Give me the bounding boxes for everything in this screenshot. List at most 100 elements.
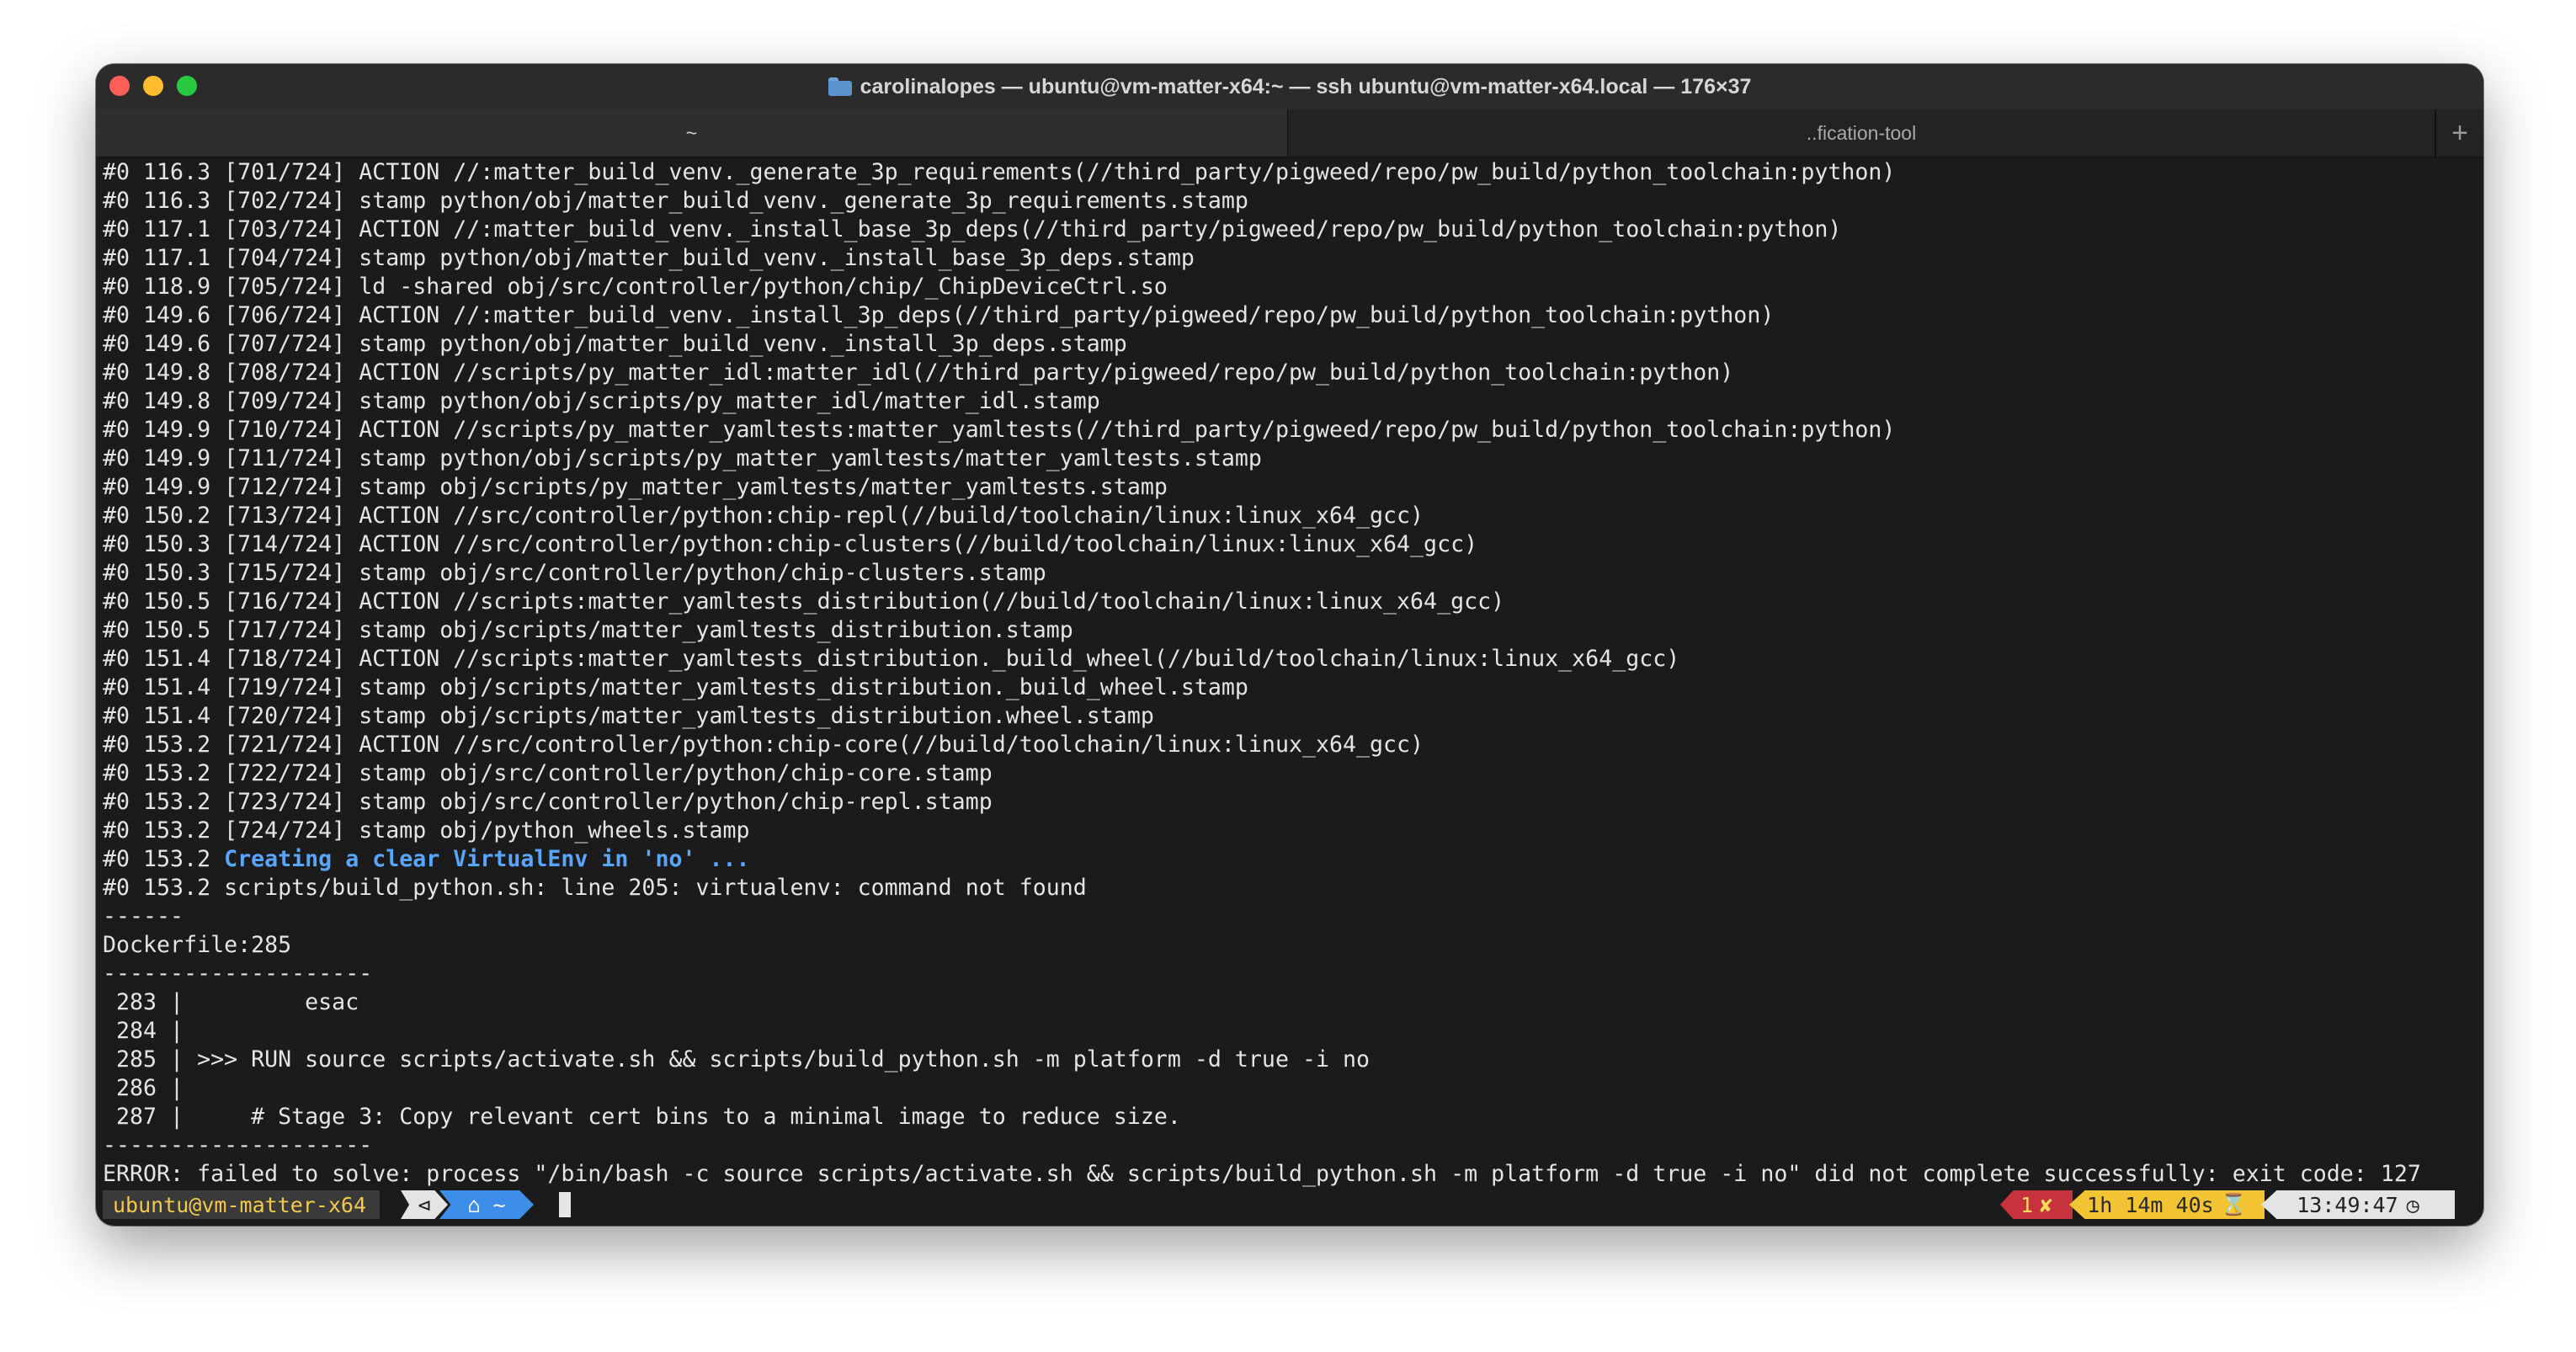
terminal-line-text: #0 151.4 [718/724] ACTION //scripts:matt… [103, 646, 1680, 672]
error-count: 1 [2020, 1192, 2033, 1217]
terminal-line: #0 149.9 [712/724] stamp obj/scripts/py_… [103, 473, 2477, 502]
tab-home[interactable]: ~ [96, 109, 1288, 157]
terminal-line: #0 118.9 [705/724] ld -shared obj/src/co… [103, 273, 2477, 301]
terminal-line-text: #0 150.5 [717/724] stamp obj/scripts/mat… [103, 617, 1073, 643]
window-controls [109, 76, 197, 96]
terminal-line: 284 | [103, 1017, 2477, 1046]
terminal-line: #0 149.9 [711/724] stamp python/obj/scri… [103, 444, 2477, 473]
terminal-line: #0 153.2 [721/724] ACTION //src/controll… [103, 731, 2477, 759]
tab-bar: ~ ..fication-tool + [96, 109, 2483, 157]
title-bar[interactable]: carolinalopes — ubuntu@vm-matter-x64:~ —… [96, 64, 2483, 109]
terminal-line-text: #0 153.2 scripts/build_python.sh: line 2… [103, 875, 1087, 901]
terminal-line: #0 150.5 [716/724] ACTION //scripts:matt… [103, 588, 2477, 616]
terminal-line: 285 | >>> RUN source scripts/activate.sh… [103, 1046, 2477, 1074]
terminal-line-text: #0 153.2 [722/724] stamp obj/src/control… [103, 760, 993, 786]
prompt-user-host-text: ubuntu@vm-matter-x64 [113, 1192, 367, 1217]
terminal-line-text: #0 153.2 [724/724] stamp obj/python_whee… [103, 817, 750, 844]
terminal-line: #0 149.8 [709/724] stamp python/obj/scri… [103, 387, 2477, 416]
terminal-line: #0 149.9 [710/724] ACTION //scripts/py_m… [103, 416, 2477, 444]
terminal-line: #0 117.1 [704/724] stamp python/obj/matt… [103, 244, 2477, 273]
minimize-window-button[interactable] [143, 76, 163, 96]
prompt-error-status: 1 ✘ [2000, 1190, 2073, 1219]
terminal-line: #0 116.3 [701/724] ACTION //:matter_buil… [103, 158, 2477, 187]
terminal-line-text: #0 150.2 [713/724] ACTION //src/controll… [103, 503, 1424, 529]
prompt-directory: ⌂ ~ [439, 1190, 534, 1219]
terminal-line-text: #0 149.8 [708/724] ACTION //scripts/py_m… [103, 359, 1734, 386]
window-title-group: carolinalopes — ubuntu@vm-matter-x64:~ —… [828, 74, 1752, 99]
shell-prompt: ubuntu@vm-matter-x64 ⊲ ⌂ ~ 1 ✘ 1h 14m 40… [96, 1190, 2483, 1219]
terminal-line-text: #0 118.9 [705/724] ld -shared obj/src/co… [103, 274, 1168, 300]
terminal-line: #0 153.2 [724/724] stamp obj/python_whee… [103, 817, 2477, 845]
terminal-line: #0 150.3 [714/724] ACTION //src/controll… [103, 530, 2477, 559]
terminal-line: #0 151.4 [719/724] stamp obj/scripts/mat… [103, 673, 2477, 702]
terminal-line-text: #0 149.9 [710/724] ACTION //scripts/py_m… [103, 417, 1896, 443]
clock-text: 13:49:47 [2297, 1192, 2398, 1217]
terminal-line: #0 150.2 [713/724] ACTION //src/controll… [103, 502, 2477, 530]
folder-icon [828, 77, 852, 96]
terminal-line: ------ [103, 902, 2477, 931]
terminal-line-text: #0 149.9 [712/724] stamp obj/scripts/py_… [103, 474, 1168, 500]
prompt-duration: 1h 14m 40s ⌛ [2069, 1190, 2265, 1219]
terminal-line: Dockerfile:285 [103, 931, 2477, 960]
terminal-line: #0 151.4 [720/724] stamp obj/scripts/mat… [103, 702, 2477, 731]
terminal-line: #0 153.2 [723/724] stamp obj/src/control… [103, 788, 2477, 817]
terminal-line: -------------------- [103, 1131, 2477, 1160]
terminal-output[interactable]: #0 116.3 [701/724] ACTION //:matter_buil… [103, 158, 2477, 1189]
terminal-line-highlight: Creating a clear VirtualEnv in 'no' ... [224, 846, 750, 872]
close-window-button[interactable] [109, 76, 130, 96]
terminal-line-text: #0 151.4 [719/724] stamp obj/scripts/mat… [103, 674, 1248, 700]
terminal-line-text: #0 153.2 [103, 846, 225, 872]
terminal-line-text: ERROR: failed to solve: process "/bin/ba… [103, 1161, 2421, 1187]
prompt-directory-text: ~ [492, 1192, 506, 1217]
zoom-window-button[interactable] [177, 76, 197, 96]
terminal-line: 286 | [103, 1074, 2477, 1103]
terminal-line-text: #0 117.1 [703/724] ACTION //:matter_buil… [103, 216, 1842, 242]
terminal-line-text: #0 149.9 [711/724] stamp python/obj/scri… [103, 445, 1262, 471]
terminal-line-text: #0 116.3 [702/724] stamp python/obj/matt… [103, 188, 1248, 214]
terminal-line: #0 150.5 [717/724] stamp obj/scripts/mat… [103, 616, 2477, 645]
hourglass-icon: ⌛ [2220, 1192, 2247, 1216]
terminal-line: 283 | esac [103, 988, 2477, 1017]
terminal-line-text: #0 150.3 [714/724] ACTION //src/controll… [103, 531, 1478, 557]
terminal-line-text: ------ [103, 903, 184, 929]
terminal-line: #0 153.2 Creating a clear VirtualEnv in … [103, 845, 2477, 874]
terminal-line-text: #0 151.4 [720/724] stamp obj/scripts/mat… [103, 703, 1154, 729]
clock-icon: ◷ [2406, 1192, 2419, 1217]
terminal-line-text: 286 | [103, 1075, 184, 1101]
terminal-line-text: #0 149.8 [709/724] stamp python/obj/scri… [103, 388, 1100, 414]
terminal-line: 287 | # Stage 3: Copy relevant cert bins… [103, 1103, 2477, 1131]
terminal-line-text: #0 153.2 [723/724] stamp obj/src/control… [103, 789, 993, 815]
terminal-line: #0 153.2 scripts/build_python.sh: line 2… [103, 874, 2477, 902]
terminal-line-text: 285 | >>> RUN source scripts/activate.sh… [103, 1046, 1370, 1073]
terminal-line-text: #0 116.3 [701/724] ACTION //:matter_buil… [103, 159, 1896, 185]
terminal-line: #0 116.3 [702/724] stamp python/obj/matt… [103, 187, 2477, 216]
terminal-line-text: 283 | esac [103, 989, 359, 1015]
terminal-line: #0 151.4 [718/724] ACTION //scripts:matt… [103, 645, 2477, 673]
terminal-line-text: #0 149.6 [706/724] ACTION //:matter_buil… [103, 302, 1775, 328]
git-icon: ⊲ [401, 1190, 448, 1219]
terminal-line-text: #0 150.5 [716/724] ACTION //scripts:matt… [103, 588, 1505, 615]
terminal-line: ERROR: failed to solve: process "/bin/ba… [103, 1160, 2477, 1189]
error-icon: ✘ [2040, 1192, 2053, 1217]
duration-text: 1h 14m 40s [2087, 1192, 2214, 1217]
window-title: carolinalopes — ubuntu@vm-matter-x64:~ —… [860, 74, 1752, 98]
plus-icon: + [2451, 116, 2468, 149]
new-tab-button[interactable]: + [2435, 109, 2483, 157]
terminal-line: #0 149.6 [706/724] ACTION //:matter_buil… [103, 301, 2477, 330]
terminal-line-text: #0 153.2 [721/724] ACTION //src/controll… [103, 732, 1424, 758]
terminal-line: #0 149.8 [708/724] ACTION //scripts/py_m… [103, 359, 2477, 387]
terminal-line-text: -------------------- [103, 961, 373, 987]
terminal-window: carolinalopes — ubuntu@vm-matter-x64:~ —… [96, 64, 2483, 1226]
terminal-line-text: #0 149.6 [707/724] stamp python/obj/matt… [103, 331, 1127, 357]
prompt-user-host: ubuntu@vm-matter-x64 [103, 1190, 381, 1219]
tab-fication-tool[interactable]: ..fication-tool [1288, 109, 2435, 157]
terminal-line-text: -------------------- [103, 1132, 373, 1158]
terminal-cursor [559, 1192, 571, 1217]
terminal-line-text: 287 | # Stage 3: Copy relevant cert bins… [103, 1104, 1181, 1130]
terminal-line: #0 149.6 [707/724] stamp python/obj/matt… [103, 330, 2477, 359]
terminal-line: #0 150.3 [715/724] stamp obj/src/control… [103, 559, 2477, 588]
terminal-line: -------------------- [103, 960, 2477, 988]
terminal-line-text: Dockerfile:285 [103, 932, 292, 958]
terminal-line: #0 117.1 [703/724] ACTION //:matter_buil… [103, 216, 2477, 244]
terminal-line-text: #0 150.3 [715/724] stamp obj/src/control… [103, 560, 1046, 586]
